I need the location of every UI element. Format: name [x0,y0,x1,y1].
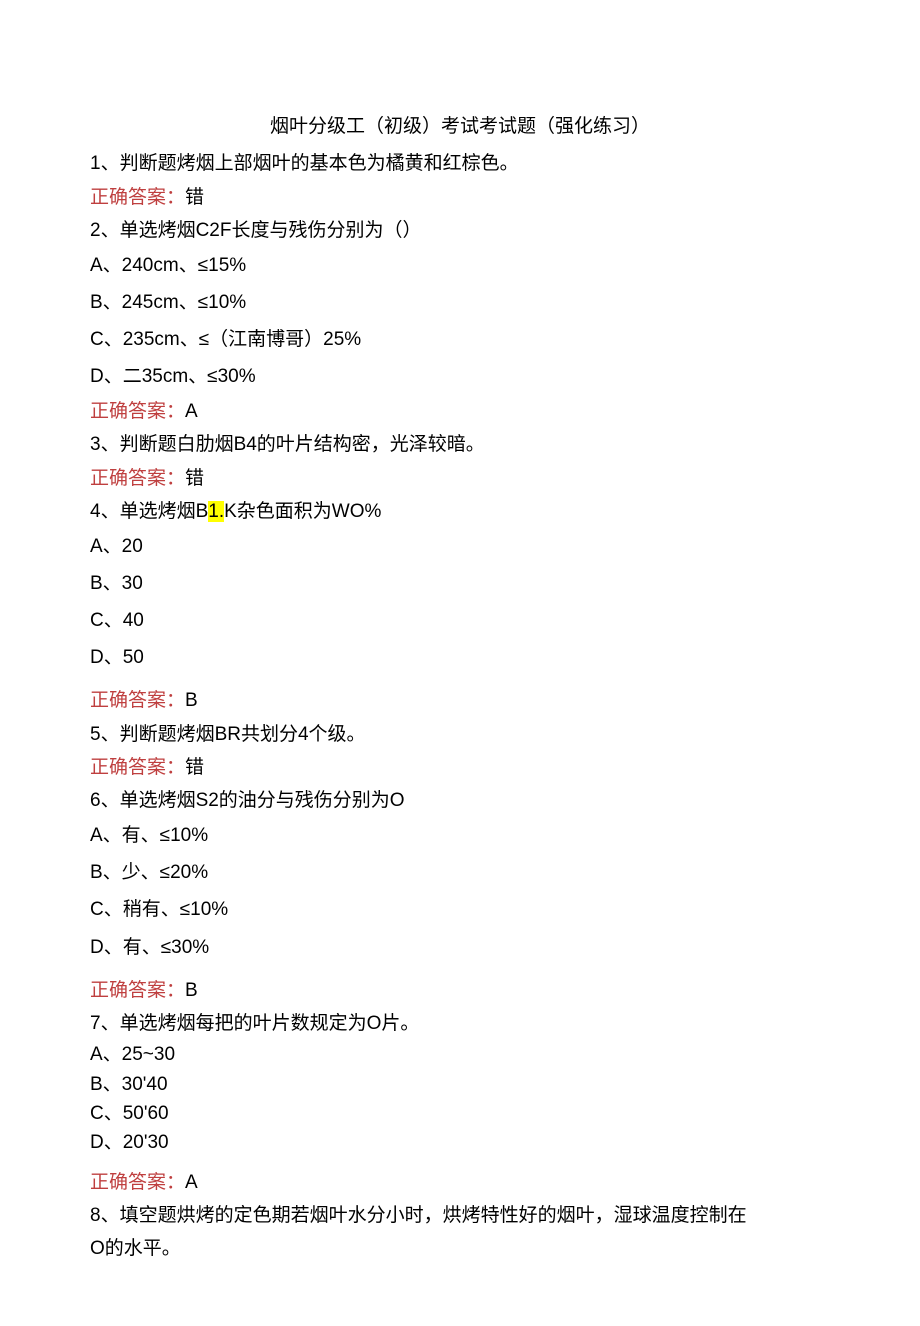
answer-label: 正确答案： [90,187,185,208]
answer-value: 错 [185,757,204,778]
question-8-line2: O的水平。 [90,1232,830,1265]
option-d: D、20'30 [90,1128,830,1157]
option-c: C、40 [90,602,830,639]
option-d: D、有、≤30% [90,929,830,966]
question-5-text: 5、判断题烤烟BR共划分4个级。 [90,718,830,751]
question-2-options: A、240cm、≤15% B、245cm、≤10% C、235cm、≤（江南博哥… [90,247,830,395]
option-b: B、245cm、≤10% [90,284,830,321]
option-d: D、50 [90,639,830,676]
option-c: C、50'60 [90,1099,830,1128]
option-c: C、235cm、≤（江南博哥）25% [90,321,830,358]
option-a: A、240cm、≤15% [90,247,830,284]
answer-label: 正确答案： [90,401,185,422]
answer-4: 正确答案：B [90,684,830,717]
answer-label: 正确答案： [90,1172,185,1193]
option-b: B、少、≤20% [90,854,830,891]
answer-3: 正确答案：错 [90,462,830,495]
exam-page: 烟叶分级工（初级）考试考试题（强化练习） 1、判断题烤烟上部烟叶的基本色为橘黄和… [0,0,920,1326]
option-b: B、30 [90,565,830,602]
option-b: B、30'40 [90,1070,830,1099]
q4-pre: 4、单选烤烟B [90,501,208,522]
answer-6: 正确答案：B [90,974,830,1007]
question-8-line1: 8、填空题烘烤的定色期若烟叶水分小时，烘烤特性好的烟叶，湿球温度控制在 [90,1199,830,1232]
answer-value: B [185,690,198,711]
option-c: C、稍有、≤10% [90,891,830,928]
question-6-options: A、有、≤10% B、少、≤20% C、稍有、≤10% D、有、≤30% [90,817,830,965]
question-2-text: 2、单选烤烟C2F长度与残伤分别为（） [90,214,830,247]
option-d: D、二35cm、≤30% [90,358,830,395]
question-7-text: 7、单选烤烟每把的叶片数规定为O片。 [90,1007,830,1040]
answer-2: 正确答案：A [90,395,830,428]
question-6-text: 6、单选烤烟S2的油分与残伤分别为O [90,784,830,817]
answer-value: 错 [185,187,204,208]
option-a: A、有、≤10% [90,817,830,854]
question-3-text: 3、判断题白肋烟B4的叶片结构密，光泽较暗。 [90,428,830,461]
answer-label: 正确答案： [90,690,185,711]
answer-1: 正确答案：错 [90,181,830,214]
page-title: 烟叶分级工（初级）考试考试题（强化练习） [90,110,830,143]
answer-label: 正确答案： [90,468,185,489]
answer-value: A [185,1172,198,1193]
question-1-text: 1、判断题烤烟上部烟叶的基本色为橘黄和红棕色。 [90,147,830,180]
answer-5: 正确答案：错 [90,751,830,784]
answer-label: 正确答案： [90,980,185,1001]
answer-value: B [185,980,198,1001]
question-4-options: A、20 B、30 C、40 D、50 [90,528,830,676]
option-a: A、20 [90,528,830,565]
answer-label: 正确答案： [90,757,185,778]
question-7-options: A、25~30 B、30'40 C、50'60 D、20'30 [90,1040,830,1158]
q4-post: K杂色面积为WO% [224,501,381,522]
answer-value: 错 [185,468,204,489]
highlight-text: 1. [208,501,224,522]
question-4-text: 4、单选烤烟B1.K杂色面积为WO% [90,495,830,528]
answer-7: 正确答案：A [90,1166,830,1199]
answer-value: A [185,401,198,422]
option-a: A、25~30 [90,1040,830,1069]
